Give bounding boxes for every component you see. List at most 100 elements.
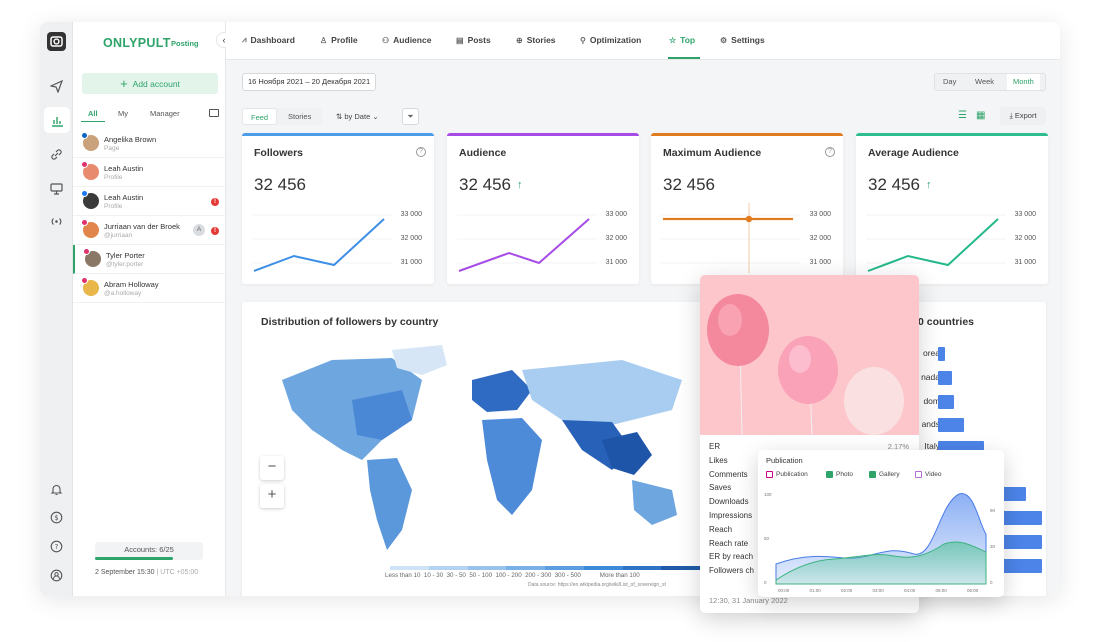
legend-gallery[interactable]: Gallery xyxy=(869,471,900,478)
filter-button[interactable]: ⏷ xyxy=(402,108,419,125)
y-axis-label: 33 000 xyxy=(809,211,831,218)
metric-card[interactable]: Followers? 32 456 33 000 32 000 31 000 xyxy=(242,133,434,284)
brand-subtitle: Posting xyxy=(171,39,199,48)
legend-label: Less than 10 xyxy=(385,572,421,579)
tab-label: Posts xyxy=(467,35,491,45)
add-account-button[interactable]: + Add account xyxy=(82,73,218,94)
tab-settings[interactable]: ⚙ Settings xyxy=(720,35,765,45)
account-handle: Page xyxy=(104,145,120,152)
add-account-label: Add account xyxy=(132,78,180,89)
stories-icon: ⊕ xyxy=(516,35,523,45)
card-value: 32 456 xyxy=(459,175,511,194)
stat-label: Downloads xyxy=(709,497,749,507)
account-item[interactable]: Leah Austin Profile ! xyxy=(73,187,226,216)
sparkline-chart xyxy=(866,214,1006,272)
metric-card[interactable]: Maximum Audience? 32 456 33 000 32 000 31 00… xyxy=(651,133,843,284)
metric-card[interactable]: Audience 32 456 ↑ 33 000 32 000 31 000 xyxy=(447,133,639,284)
period-day[interactable]: Day xyxy=(937,74,962,90)
checkbox-icon xyxy=(766,471,773,478)
list-view-icon[interactable]: ☰ xyxy=(958,110,970,122)
analytics-icon[interactable] xyxy=(44,107,70,133)
active-tab-indicator xyxy=(668,57,700,59)
icon-rail: $ ? xyxy=(40,22,73,596)
account-item[interactable]: Angelika Brown Page xyxy=(73,129,226,158)
legend-label: Gallery xyxy=(879,471,900,478)
dollar-icon[interactable]: $ xyxy=(48,509,65,526)
folder-icon[interactable] xyxy=(209,109,219,117)
link-icon[interactable] xyxy=(48,146,65,163)
posts-icon: ▤ xyxy=(456,35,464,45)
y-axis-label: 31 000 xyxy=(809,259,831,266)
instagram-icon xyxy=(81,277,88,284)
chart-icon: ⩘ xyxy=(242,35,247,44)
legend-video[interactable]: Video xyxy=(915,471,942,478)
stat-label: Followers ch xyxy=(709,566,754,576)
send-icon[interactable] xyxy=(48,78,65,95)
world-map[interactable] xyxy=(272,340,702,562)
zoom-out-button[interactable]: − xyxy=(260,456,284,480)
warning-badge: ! xyxy=(211,198,219,206)
account-item[interactable]: Jurriaan van der Broek @jurriaan A ! xyxy=(73,216,226,245)
checkbox-checked-icon xyxy=(869,471,876,478)
optimization-icon: ⚲ xyxy=(580,35,586,45)
account-item[interactable]: Leah Austin Profile xyxy=(73,158,226,187)
x-tick-label: 05:00 xyxy=(936,588,948,593)
help-icon[interactable]: ? xyxy=(825,147,835,157)
tab-stories[interactable]: ⊕ Stories xyxy=(516,35,556,45)
map-legend-scale xyxy=(390,566,700,570)
monitor-icon[interactable] xyxy=(48,180,65,197)
x-tick-label: 02:00 xyxy=(841,588,853,593)
tab-top[interactable]: ☆ Top xyxy=(669,35,695,45)
tab-posts[interactable]: ▤ Posts xyxy=(456,35,491,45)
tab-optimization[interactable]: ⚲ Optimization xyxy=(580,35,641,45)
grid-view-icon[interactable]: ▦ xyxy=(976,110,988,122)
account-name: Angelika Brown xyxy=(104,135,157,144)
y-left-tick-label: 0 xyxy=(764,580,767,585)
legend-label: 200 - 300 xyxy=(525,572,552,579)
sort-dropdown[interactable]: ⇅ by Date ⌄ xyxy=(336,112,379,121)
plus-icon: + xyxy=(120,75,128,91)
tab-dashboard[interactable]: ⩘ Dashboard xyxy=(242,35,295,45)
tab-manager[interactable]: Manager xyxy=(150,109,180,118)
account-item[interactable]: Abram Holloway @a.holloway xyxy=(73,274,226,303)
map-legend-labels: Less than 10 10 - 30 30 - 50 50 - 100 10… xyxy=(385,572,640,579)
legend-label: Publication xyxy=(776,471,808,478)
tab-my[interactable]: My xyxy=(118,109,128,118)
account-handle: Profile xyxy=(104,203,123,210)
account-item-selected[interactable]: Tyler Porter @tyler.porter xyxy=(73,245,226,274)
toggle-feed[interactable]: Feed xyxy=(242,108,278,125)
legend-publication[interactable]: Publication xyxy=(766,471,808,478)
help-icon[interactable]: ? xyxy=(416,147,426,157)
publication-area-chart[interactable]: 00:00 01:00 02:00 03:00 04:00 05:00 06:00 100 50… xyxy=(764,484,998,594)
country-bar xyxy=(1002,559,1042,573)
export-button[interactable]: ⤓ Export xyxy=(1000,107,1046,125)
account-handle: @jurriaan xyxy=(104,232,133,239)
top-navigation: ⩘ Dashboard ♙ Profile ⚇ Audience ▤ Posts ⊕ St… xyxy=(226,22,1060,60)
help-icon[interactable]: ? xyxy=(48,538,65,555)
legend-label: More than 100 xyxy=(599,572,640,579)
country-bar xyxy=(938,347,945,361)
metric-card[interactable]: Average Audience 32 456 ↑ 33 000 32 000 31 00… xyxy=(856,133,1048,284)
instagram-icon xyxy=(81,161,88,168)
timezone-label: UTC +05:00 xyxy=(160,569,199,576)
tab-profile[interactable]: ♙ Profile xyxy=(320,35,358,45)
zoom-in-button[interactable]: + xyxy=(260,484,284,508)
legend-label: 50 - 100 xyxy=(469,572,493,579)
export-label: Export xyxy=(1014,111,1037,120)
date-range-picker[interactable]: 16 Ноября 2021 – 20 Декабря 2021 xyxy=(242,73,377,91)
bell-icon[interactable] xyxy=(48,481,65,498)
broadcast-icon[interactable] xyxy=(48,213,65,230)
tab-audience[interactable]: ⚇ Audience xyxy=(382,35,431,45)
toggle-stories[interactable]: Stories xyxy=(280,108,319,125)
brand-logo: ONLYPULT xyxy=(103,36,171,50)
y-axis-label: 31 000 xyxy=(1014,259,1036,266)
period-month[interactable]: Month xyxy=(1007,74,1040,90)
stat-label: Saves xyxy=(709,483,732,493)
x-tick-label: 03:00 xyxy=(873,588,885,593)
user-profile-icon[interactable] xyxy=(48,567,65,584)
legend-photo[interactable]: Photo xyxy=(826,471,853,478)
arrow-up-icon: ↑ xyxy=(926,179,932,191)
period-week[interactable]: Week xyxy=(969,74,1000,90)
tab-all[interactable]: All xyxy=(81,109,105,122)
legend-label: Video xyxy=(925,471,942,478)
